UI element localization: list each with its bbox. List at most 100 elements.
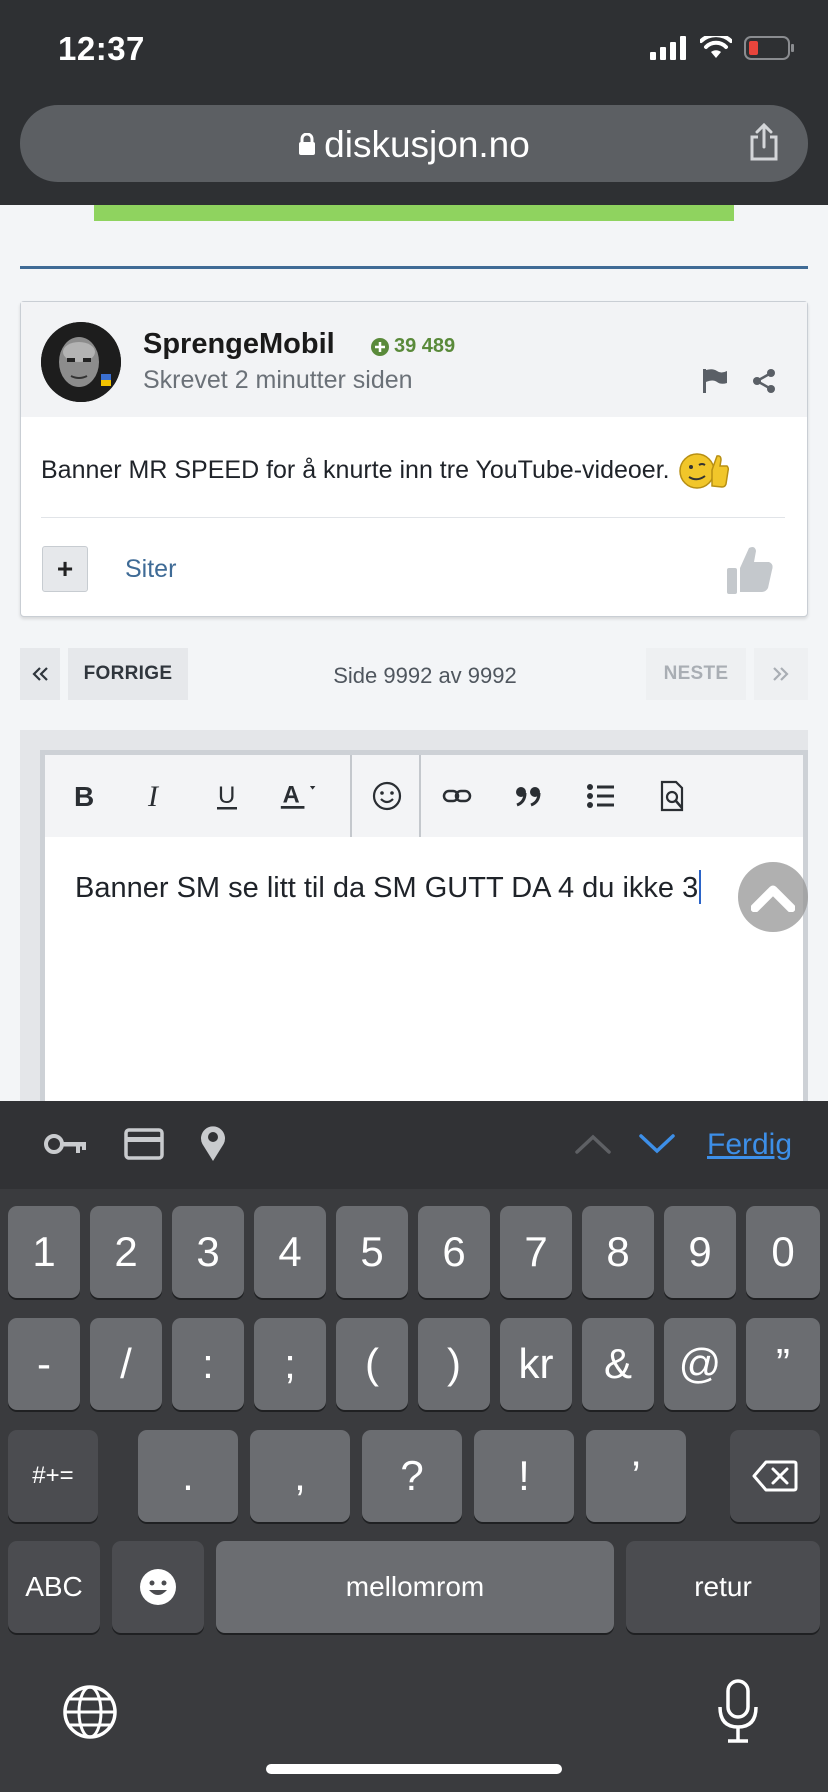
preview-icon (660, 780, 684, 812)
svg-text:U: U (218, 782, 235, 809)
lock-icon (299, 133, 316, 156)
key-abc[interactable]: ABC (8, 1541, 100, 1633)
key-4[interactable]: 4 (254, 1206, 326, 1298)
key-comma[interactable]: , (250, 1430, 350, 1522)
emoji-icon (140, 1569, 176, 1605)
key-kr[interactable]: kr (500, 1318, 572, 1410)
underline-button[interactable]: U (207, 776, 247, 816)
quote-link[interactable]: Siter (125, 555, 176, 584)
post-share-button[interactable] (751, 368, 777, 399)
key-9[interactable]: 9 (664, 1206, 736, 1298)
key-quote[interactable]: ” (746, 1318, 820, 1410)
key-more-symbols[interactable]: #+= (8, 1430, 98, 1522)
preview-button[interactable] (653, 776, 693, 816)
emoji-button[interactable] (367, 776, 407, 816)
key-2[interactable]: 2 (90, 1206, 162, 1298)
editor-text: Banner SM se litt til da SM GUTT DA 4 du… (75, 872, 699, 904)
bold-button[interactable]: B (63, 776, 103, 816)
key-6[interactable]: 6 (418, 1206, 490, 1298)
key-question[interactable]: ? (362, 1430, 462, 1522)
key-exclamation[interactable]: ! (474, 1430, 574, 1522)
reputation-count: 39 489 (394, 335, 456, 357)
key-colon[interactable]: : (172, 1318, 244, 1410)
toolbar-separator (419, 755, 421, 837)
passwords-button[interactable] (44, 1129, 88, 1164)
key-1[interactable]: 1 (8, 1206, 80, 1298)
globe-icon (63, 1685, 117, 1739)
italic-button[interactable]: I (135, 776, 175, 816)
key-7[interactable]: 7 (500, 1206, 572, 1298)
return-key[interactable]: retur (626, 1541, 820, 1633)
reply-box: B I U A Banner SM se litt til da SM GUTT… (20, 730, 808, 1110)
key-8[interactable]: 8 (582, 1206, 654, 1298)
location-pin-icon (201, 1126, 225, 1161)
chevron-up-icon (575, 1134, 611, 1154)
thumbs-up-smiley-icon (678, 453, 729, 489)
globe-key[interactable] (62, 1684, 118, 1745)
key-dash[interactable]: - (8, 1318, 80, 1410)
post-author[interactable]: SprengeMobil (143, 328, 335, 361)
report-button[interactable] (701, 368, 729, 399)
emoji-icon (372, 781, 402, 811)
key-0[interactable]: 0 (746, 1206, 820, 1298)
link-button[interactable] (437, 776, 477, 816)
key-period[interactable]: . (138, 1430, 238, 1522)
next-page-button[interactable]: NESTE (646, 648, 746, 700)
scroll-to-top-button[interactable] (738, 862, 808, 932)
like-button[interactable] (725, 542, 775, 601)
key-open-paren[interactable]: ( (336, 1318, 408, 1410)
avatar[interactable] (41, 322, 121, 402)
space-key[interactable]: mellomrom (216, 1541, 614, 1633)
flag-icon (703, 369, 727, 393)
key-3[interactable]: 3 (172, 1206, 244, 1298)
backspace-icon (752, 1460, 798, 1492)
key-ampersand[interactable]: & (582, 1318, 654, 1410)
emoji-key[interactable] (112, 1541, 204, 1633)
key-at[interactable]: @ (664, 1318, 736, 1410)
prev-page-button[interactable]: FORRIGE (68, 648, 188, 700)
last-page-button[interactable] (754, 648, 808, 700)
url-display: diskusjon.no (20, 124, 808, 166)
plus-circle-icon (371, 337, 389, 356)
autofill-location-button[interactable] (198, 1123, 228, 1168)
next-field-button[interactable] (638, 1133, 676, 1160)
autofill-card-button[interactable] (124, 1127, 164, 1166)
post-text: Banner MR SPEED for å knurte inn tre You… (41, 455, 670, 484)
signal-icon (650, 36, 686, 60)
status-time: 12:37 (58, 30, 145, 67)
chevron-up-icon (751, 885, 795, 912)
first-page-button[interactable] (20, 648, 60, 700)
text-color-button[interactable]: A (279, 776, 319, 816)
wifi-icon (700, 36, 732, 58)
post-timestamp: Skrevet 2 minutter siden (143, 366, 413, 394)
quote-icon (516, 787, 541, 807)
editor-content[interactable]: Banner SM se litt til da SM GUTT DA 4 du… (75, 870, 702, 905)
quote-button[interactable] (509, 776, 549, 816)
previous-field-button[interactable] (574, 1133, 612, 1160)
battery-icon (744, 36, 794, 60)
key-close-paren[interactable]: ) (418, 1318, 490, 1410)
forum-post: SprengeMobil 39 489 Skrevet 2 minutter s… (20, 301, 808, 617)
key-5[interactable]: 5 (336, 1206, 408, 1298)
toolbar-separator (350, 755, 352, 837)
multiquote-button[interactable]: + (42, 546, 88, 592)
done-button[interactable]: Ferdig (707, 1128, 792, 1162)
credit-card-icon (124, 1128, 164, 1160)
browser-share-button[interactable] (748, 122, 780, 166)
list-button[interactable] (581, 776, 621, 816)
key-apostrophe[interactable]: ’ (586, 1430, 686, 1522)
keyboard: 1 2 3 4 5 6 7 8 9 0 - / : ; ( ) kr & @ ”… (0, 1189, 828, 1792)
page-info: Side 9992 av 9992 (333, 663, 517, 688)
key-semicolon[interactable]: ; (254, 1318, 326, 1410)
double-chevron-right-icon (773, 667, 789, 681)
rich-text-editor: B I U A Banner SM se litt til da SM GUTT… (40, 750, 808, 1110)
post-header: SprengeMobil 39 489 Skrevet 2 minutter s… (21, 302, 807, 417)
status-icons (650, 36, 796, 60)
address-bar[interactable]: diskusjon.no (20, 105, 808, 182)
backspace-key[interactable] (730, 1430, 820, 1522)
dictation-key[interactable] (716, 1679, 760, 1750)
underline-icon: U (217, 782, 237, 810)
key-slash[interactable]: / (90, 1318, 162, 1410)
thumbs-up-icon (727, 547, 773, 594)
bold-icon: B (74, 782, 94, 810)
